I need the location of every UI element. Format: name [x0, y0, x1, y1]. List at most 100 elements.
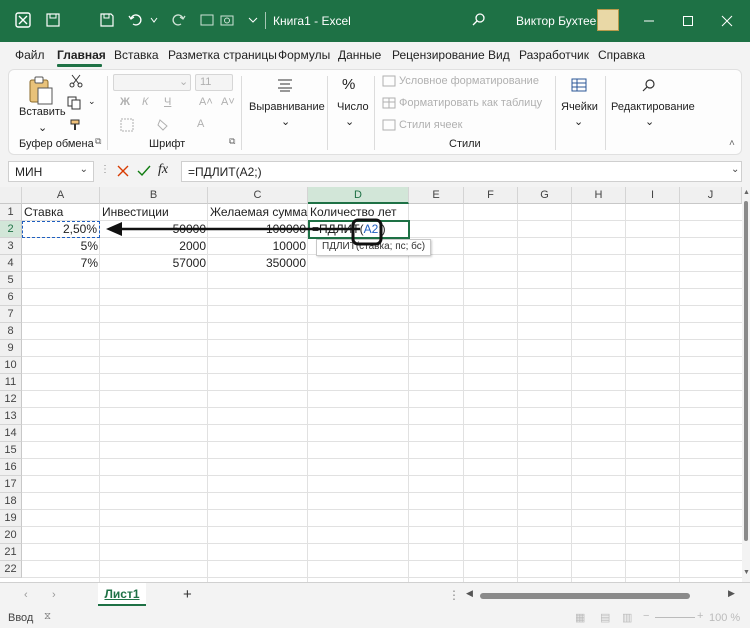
camera-icon[interactable]: [216, 10, 238, 30]
row-header-14[interactable]: 14: [0, 425, 22, 442]
tab-insert[interactable]: Вставка: [114, 48, 159, 62]
sheet-tab-active[interactable]: Лист1: [98, 583, 146, 606]
cell-c4[interactable]: 350000: [208, 255, 308, 272]
accessibility-icon[interactable]: ⧖: [44, 611, 51, 622]
row-header-16[interactable]: 16: [0, 459, 22, 476]
insert-function-button[interactable]: fx: [158, 162, 168, 178]
scroll-up-icon[interactable]: ▲: [743, 189, 750, 196]
italic-button[interactable]: К: [142, 96, 148, 108]
name-box-dropdown-icon[interactable]: ⌄: [80, 164, 88, 175]
horizontal-scroll-thumb[interactable]: [480, 593, 690, 599]
row-header-8[interactable]: 8: [0, 323, 22, 340]
row-header-17[interactable]: 17: [0, 476, 22, 493]
editing-search-icon[interactable]: [641, 78, 657, 97]
search-icon[interactable]: [468, 10, 490, 30]
decrease-font-icon[interactable]: A˅: [221, 96, 235, 108]
row-header-13[interactable]: 13: [0, 408, 22, 425]
underline-button[interactable]: Ч: [164, 96, 171, 108]
zoom-in-icon[interactable]: +: [697, 610, 703, 622]
tab-developer[interactable]: Разработчик: [519, 48, 589, 62]
column-header-g[interactable]: G: [518, 187, 572, 204]
tab-file[interactable]: Файл: [15, 48, 45, 62]
scroll-right-icon[interactable]: ▶: [728, 588, 735, 599]
row-header-7[interactable]: 7: [0, 306, 22, 323]
cell-b4[interactable]: 57000: [100, 255, 208, 272]
font-size-select[interactable]: 11: [195, 74, 233, 91]
row-header-11[interactable]: 11: [0, 374, 22, 391]
vertical-scrollbar[interactable]: ▲ ▼: [742, 187, 750, 582]
row-header-21[interactable]: 21: [0, 544, 22, 561]
cut-icon[interactable]: [69, 74, 83, 91]
row-header-12[interactable]: 12: [0, 391, 22, 408]
tab-home[interactable]: Главная: [57, 48, 106, 62]
format-table-icon[interactable]: [382, 97, 396, 112]
row-header-15[interactable]: 15: [0, 442, 22, 459]
bold-button[interactable]: Ж: [120, 96, 130, 108]
tab-help[interactable]: Справка: [598, 48, 645, 62]
redo-icon[interactable]: [168, 10, 190, 30]
collapse-ribbon-icon[interactable]: ˄: [729, 138, 735, 149]
column-header-h[interactable]: H: [572, 187, 626, 204]
expand-formula-icon[interactable]: ⌄: [731, 164, 739, 175]
tab-review[interactable]: Рецензирование: [392, 48, 485, 62]
row-header-18[interactable]: 18: [0, 493, 22, 510]
conditional-format-icon[interactable]: [382, 75, 396, 90]
column-header-i[interactable]: I: [626, 187, 680, 204]
row-header-22[interactable]: 22: [0, 561, 22, 578]
vertical-scroll-thumb[interactable]: [744, 201, 748, 541]
save-icon[interactable]: [96, 10, 118, 30]
alignment-button[interactable]: Выравнивание: [249, 101, 325, 113]
tab-formulas[interactable]: Формулы: [278, 48, 330, 62]
next-sheet-icon[interactable]: ›: [52, 589, 56, 601]
zoom-slider[interactable]: [655, 617, 695, 618]
row-header-9[interactable]: 9: [0, 340, 22, 357]
page-layout-view-icon[interactable]: ▤: [600, 611, 610, 624]
zoom-out-icon[interactable]: −: [643, 610, 649, 622]
avatar[interactable]: [597, 9, 619, 31]
user-name[interactable]: Виктор Бухтеев: [516, 14, 603, 28]
row-header-10[interactable]: 10: [0, 357, 22, 374]
minimize-icon[interactable]: [640, 12, 658, 30]
paste-button[interactable]: Вставить: [19, 106, 66, 118]
scroll-left-icon[interactable]: ◀: [466, 588, 473, 599]
cancel-icon[interactable]: [117, 165, 129, 180]
customize-toolbar-icon[interactable]: [242, 10, 264, 30]
page-break-view-icon[interactable]: ▥: [622, 611, 632, 624]
percent-icon[interactable]: %: [342, 76, 355, 93]
undo-dropdown-icon[interactable]: [143, 10, 165, 30]
editing-button[interactable]: Редактирование: [611, 101, 695, 113]
clipboard-launcher-icon[interactable]: ⧉: [95, 136, 101, 147]
scroll-down-icon[interactable]: ▼: [743, 569, 750, 576]
row-header-19[interactable]: 19: [0, 510, 22, 527]
fill-color-icon[interactable]: [157, 118, 171, 135]
add-sheet-button[interactable]: +: [183, 586, 192, 603]
tab-data[interactable]: Данные: [338, 48, 381, 62]
font-color-icon[interactable]: A: [197, 118, 204, 130]
alignment-icon[interactable]: [277, 78, 293, 95]
format-table-button[interactable]: Форматировать как таблицу: [399, 97, 542, 109]
number-format-button[interactable]: Число: [337, 101, 369, 113]
cells-button[interactable]: Ячейки: [561, 101, 598, 113]
tab-page-layout[interactable]: Разметка страницы: [168, 48, 277, 62]
tab-view[interactable]: Вид: [488, 48, 510, 62]
cell-a4[interactable]: 7%: [22, 255, 100, 272]
close-icon[interactable]: [718, 12, 736, 30]
paste-icon[interactable]: [27, 76, 55, 109]
normal-view-icon[interactable]: ▦: [575, 611, 585, 624]
row-header-5[interactable]: 5: [0, 272, 22, 289]
prev-sheet-icon[interactable]: ‹: [24, 589, 28, 601]
conditional-format-button[interactable]: Условное форматирование: [399, 75, 539, 87]
cell-styles-button[interactable]: Стили ячеек: [399, 119, 462, 131]
maximize-icon[interactable]: [679, 12, 697, 30]
row-header-20[interactable]: 20: [0, 527, 22, 544]
column-header-f[interactable]: F: [464, 187, 518, 204]
form-icon[interactable]: [196, 10, 218, 30]
copy-icon[interactable]: [67, 96, 83, 113]
row-header-4[interactable]: 4: [0, 255, 22, 272]
autosave-toggle-icon[interactable]: [42, 10, 64, 30]
cell-styles-icon[interactable]: [382, 119, 396, 134]
worksheet-grid[interactable]: A B C D E F G H I J 1 2 3 4 5 6 7 8 9 10 11 12 13 14 1…: [0, 187, 742, 582]
borders-icon[interactable]: [120, 118, 134, 135]
copy-dropdown-icon[interactable]: ⌄: [88, 96, 96, 107]
increase-font-icon[interactable]: A˄: [199, 96, 213, 108]
